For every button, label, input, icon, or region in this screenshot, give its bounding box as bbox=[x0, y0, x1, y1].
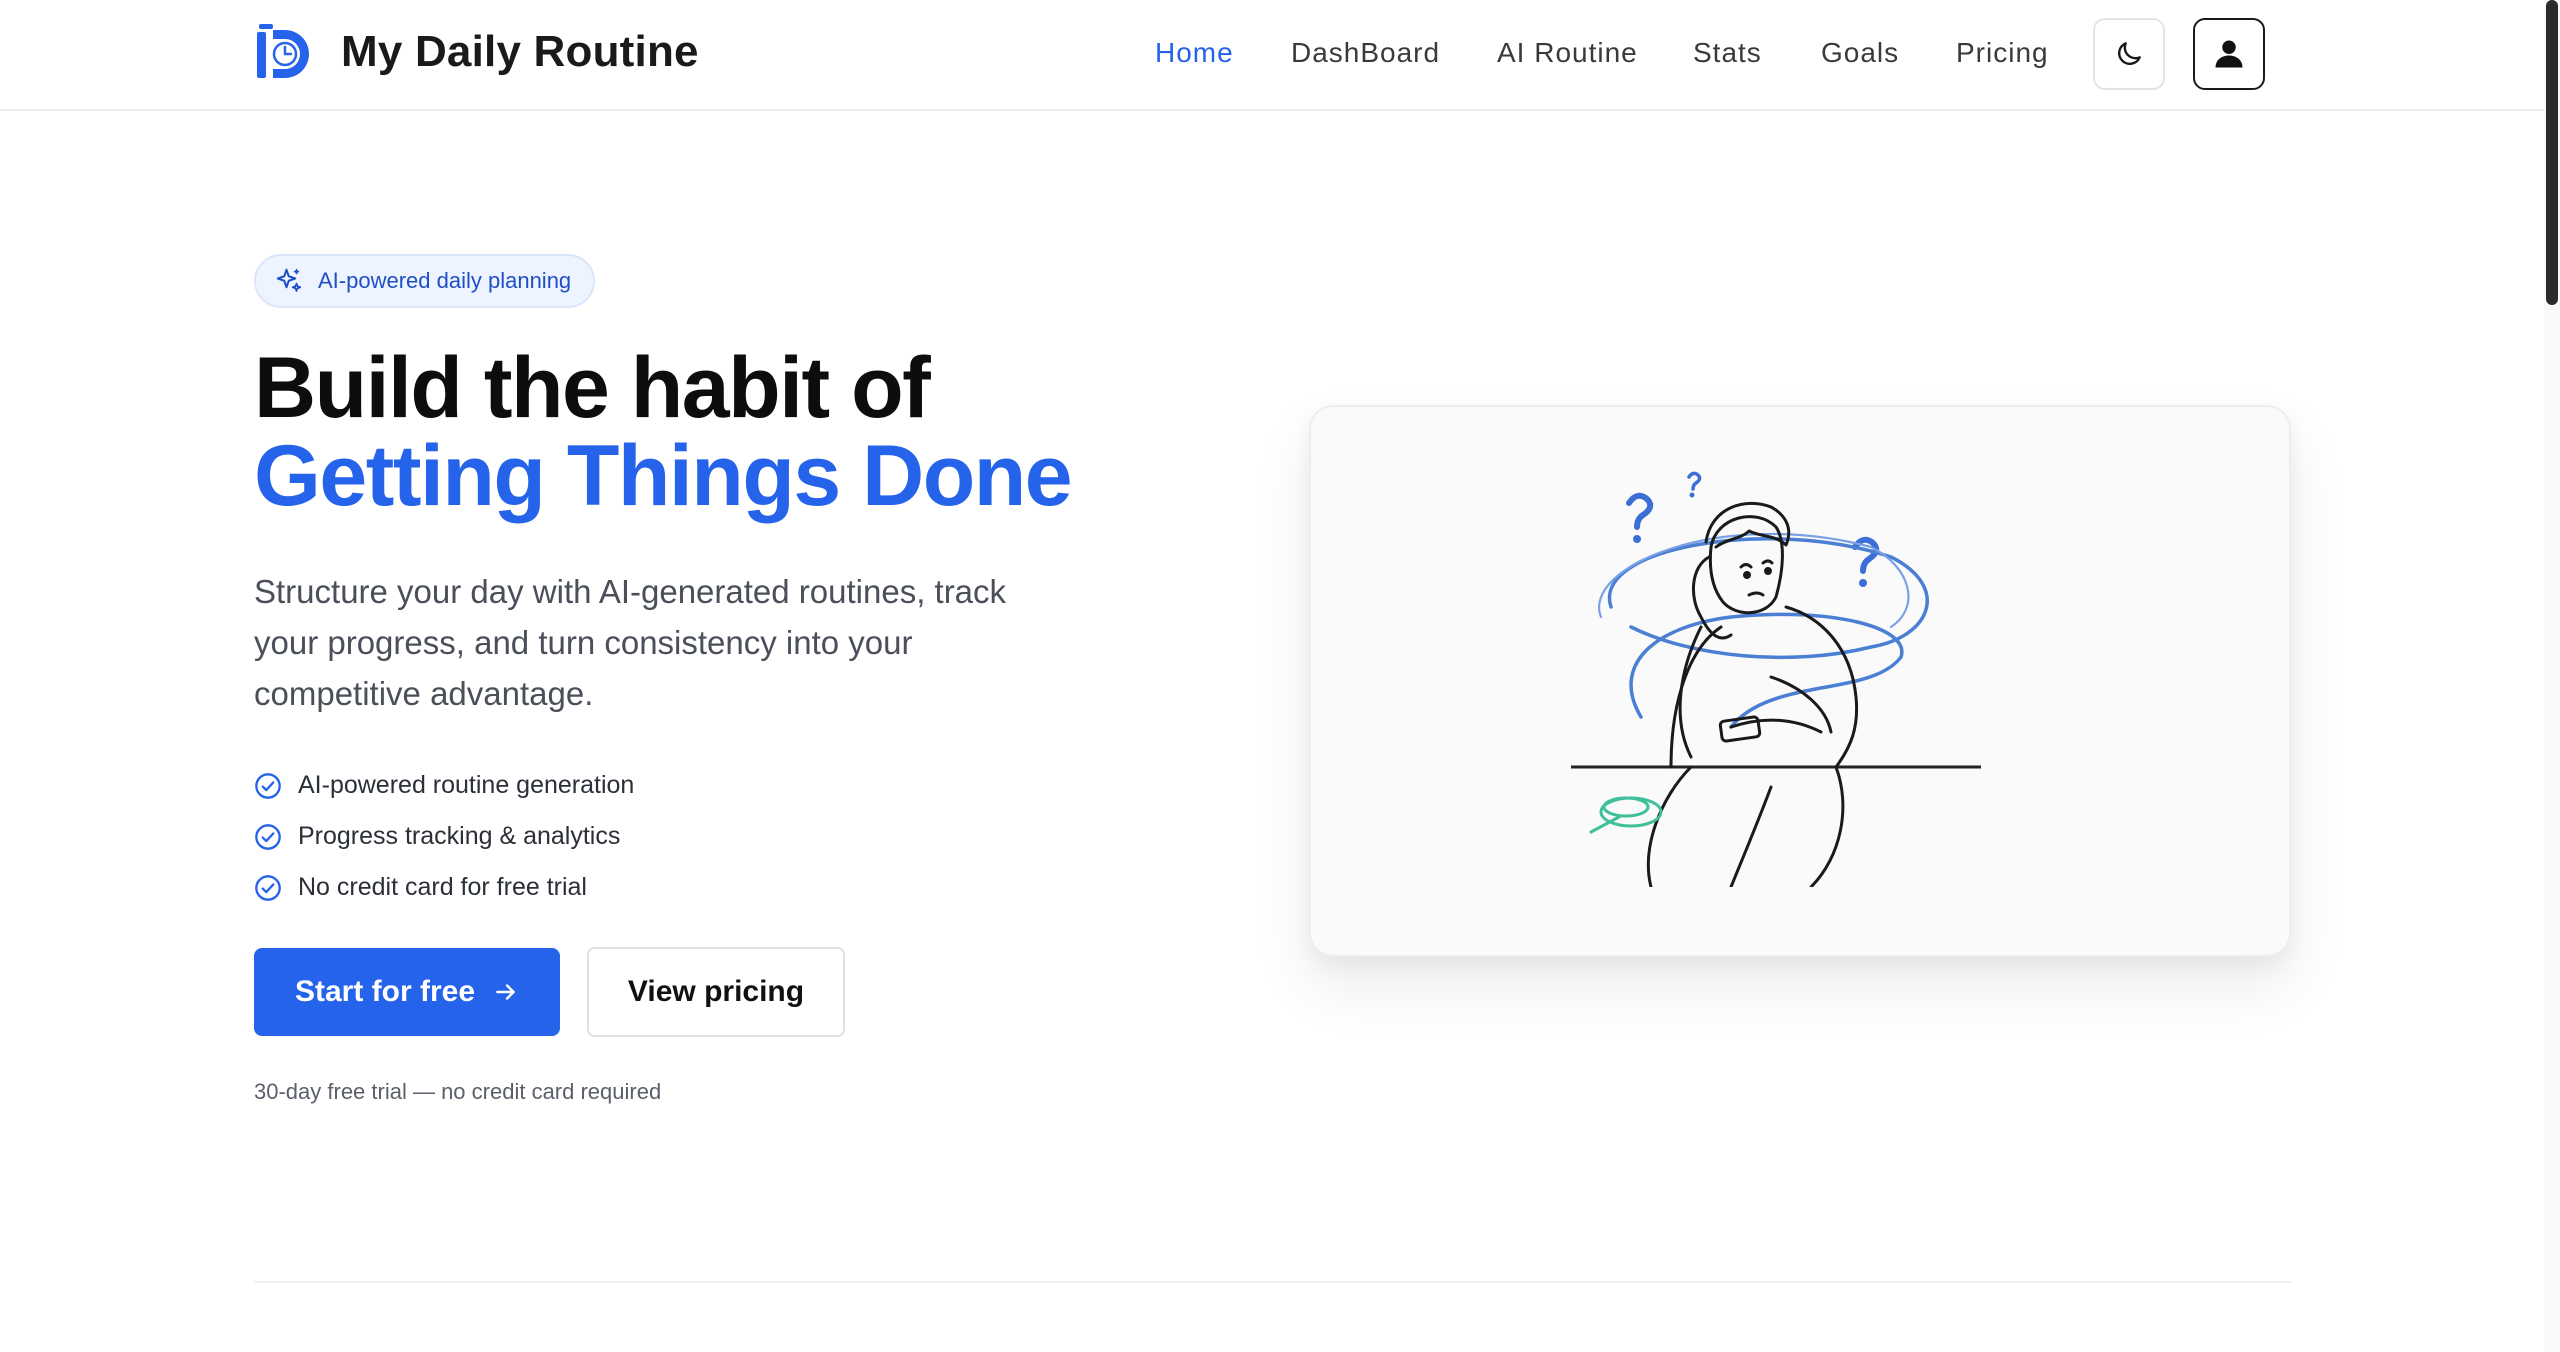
start-for-free-button[interactable]: Start for free bbox=[254, 948, 560, 1036]
sparkles-icon bbox=[276, 268, 302, 292]
hero-headline-line1: Build the habit of bbox=[254, 340, 931, 436]
top-navbar: My Daily Routine Home DashBoard AI Routi… bbox=[0, 0, 2544, 111]
nav-home[interactable]: Home bbox=[1155, 37, 1234, 69]
nav-goals[interactable]: Goals bbox=[1821, 37, 1899, 69]
start-for-free-label: Start for free bbox=[294, 975, 476, 1008]
view-pricing-label: View pricing bbox=[627, 975, 805, 1008]
feature-item: No credit card for free trial bbox=[254, 862, 634, 913]
feature-text: No credit card for free trial bbox=[298, 873, 587, 901]
arrow-right-icon bbox=[496, 984, 515, 1000]
moon-icon bbox=[2118, 42, 2141, 65]
nav-ai-routine[interactable]: AI Routine bbox=[1497, 37, 1638, 69]
section-divider bbox=[254, 1281, 2292, 1283]
feature-item: AI-powered routine generation bbox=[254, 760, 634, 811]
hero-lead: Structure your day with AI-generated rou… bbox=[254, 573, 1007, 712]
scrollbar-thumb[interactable] bbox=[2546, 0, 2558, 305]
user-icon bbox=[2215, 40, 2243, 68]
nav-pricing[interactable]: Pricing bbox=[1956, 37, 2049, 69]
hero-badge-text: AI-powered daily planning bbox=[318, 268, 572, 293]
feature-list: AI-powered routine generation Progress t… bbox=[254, 760, 634, 913]
account-button[interactable] bbox=[2193, 18, 2265, 90]
page-scrollbar[interactable] bbox=[2544, 0, 2560, 1352]
hero-headline: Build the habit of Getting Things Done bbox=[254, 340, 1073, 524]
feature-text: Progress tracking & analytics bbox=[298, 822, 621, 850]
trial-note: 30-day free trial — no credit card requi… bbox=[254, 1079, 662, 1104]
theme-toggle-button[interactable] bbox=[2093, 18, 2165, 90]
confused-person-illustration bbox=[1571, 471, 1981, 887]
check-circle-icon bbox=[255, 823, 281, 850]
hero-headline-line2: Getting Things Done bbox=[254, 428, 1073, 524]
check-circle-icon bbox=[255, 772, 281, 799]
nav-dashboard[interactable]: DashBoard bbox=[1291, 37, 1440, 69]
clock-d-logo-icon bbox=[257, 24, 309, 78]
feature-text: AI-powered routine generation bbox=[298, 771, 635, 799]
view-pricing-button[interactable]: View pricing bbox=[587, 947, 845, 1037]
brand[interactable]: My Daily Routine bbox=[255, 22, 699, 82]
page: My Daily Routine Home DashBoard AI Routi… bbox=[0, 0, 2560, 1352]
check-circle-icon bbox=[255, 874, 281, 901]
brand-name: My Daily Routine bbox=[341, 27, 699, 76]
hero-illustration-card bbox=[1309, 405, 2291, 957]
feature-item: Progress tracking & analytics bbox=[254, 811, 634, 862]
hero-badge: AI-powered daily planning bbox=[254, 254, 596, 308]
nav-stats[interactable]: Stats bbox=[1693, 37, 1762, 69]
